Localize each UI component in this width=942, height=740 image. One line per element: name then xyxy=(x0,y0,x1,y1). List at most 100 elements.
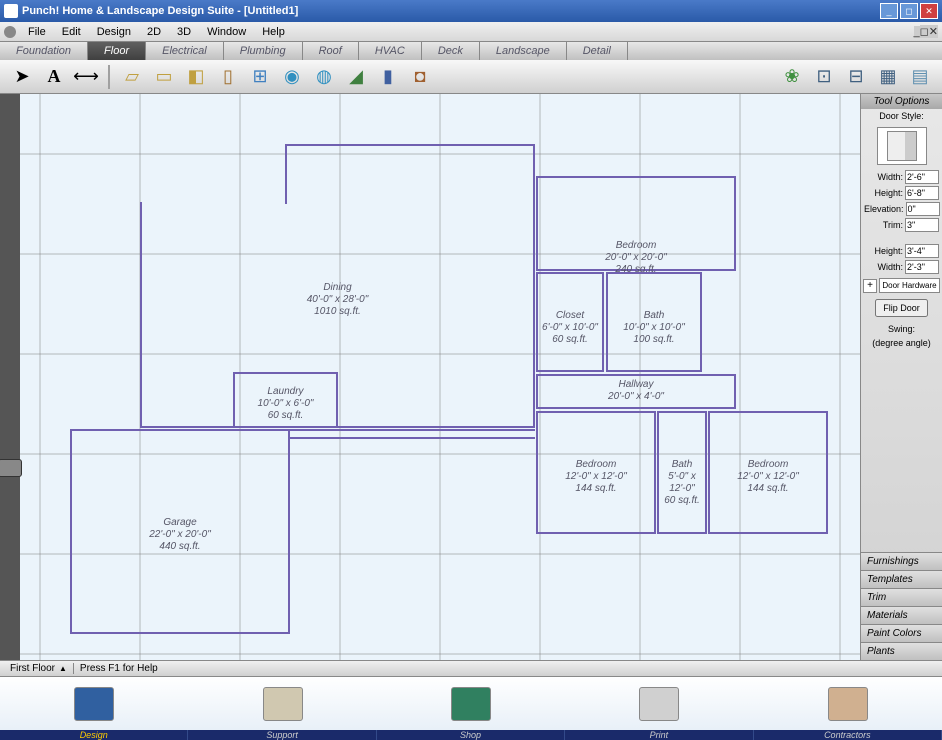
bottom-shop[interactable] xyxy=(377,677,565,730)
view-2d-tool[interactable]: ⊡ xyxy=(810,63,838,91)
nav-support[interactable]: Support xyxy=(188,730,376,740)
room-dining-dim: 40'-0" x 28'-0" xyxy=(142,294,533,306)
side-tab-templates[interactable]: Templates xyxy=(861,570,942,588)
side-tab-plants[interactable]: Plants xyxy=(861,642,942,660)
stairs-tool[interactable]: ◢ xyxy=(342,63,370,91)
side-tab-furnishings[interactable]: Furnishings xyxy=(861,552,942,570)
tab-hvac[interactable]: HVAC xyxy=(359,42,422,60)
side-tab-trim[interactable]: Trim xyxy=(861,588,942,606)
door-style-swatch[interactable] xyxy=(877,127,927,165)
close-button[interactable]: ✕ xyxy=(920,3,938,19)
room-bedroom2[interactable]: Bedroom 12'-0" x 12'-0" 144 sq.ft. xyxy=(536,411,656,534)
menu-2d[interactable]: 2D xyxy=(139,24,169,40)
room-bedroom3-dim: 12'-0" x 12'-0" xyxy=(710,471,826,483)
elevation-input[interactable] xyxy=(906,202,940,216)
room-garage[interactable]: Garage 22'-0" x 20'-0" 440 sq.ft. xyxy=(70,429,290,634)
room-bath1-area: 100 sq.ft. xyxy=(608,334,700,346)
room-dining-ext xyxy=(285,144,535,204)
nav-print[interactable]: Print xyxy=(565,730,753,740)
bottom-design[interactable] xyxy=(0,677,188,730)
ruler-handle[interactable] xyxy=(0,459,22,477)
room-laundry-area: 60 sq.ft. xyxy=(235,410,336,422)
bottom-support[interactable] xyxy=(188,677,376,730)
connector-1 xyxy=(290,429,535,439)
floor-selector[interactable]: First Floor▲ xyxy=(4,663,74,674)
width2-input[interactable] xyxy=(905,260,939,274)
room-bedroom1[interactable]: Bedroom 20'-0" x 20'-0" 240 sq.ft. xyxy=(536,176,736,271)
room-hallway[interactable]: Hallway 20'-0" x 4'-0" xyxy=(536,374,736,409)
maximize-button[interactable]: ◻ xyxy=(900,3,918,19)
plan-tabs: Foundation Floor Electrical Plumbing Roo… xyxy=(0,42,942,60)
floor-tool[interactable]: ◧ xyxy=(182,63,210,91)
fireplace-tool[interactable]: ◘ xyxy=(406,63,434,91)
room-dining-name: Dining xyxy=(142,282,533,294)
room-laundry-name: Laundry xyxy=(235,386,336,398)
menu-file[interactable]: File xyxy=(20,24,54,40)
menu-edit[interactable]: Edit xyxy=(54,24,89,40)
width-input[interactable] xyxy=(905,170,939,184)
tab-foundation[interactable]: Foundation xyxy=(0,42,88,60)
room-laundry[interactable]: Laundry 10'-0" x 6'-0" 60 sq.ft. xyxy=(233,372,338,428)
room-bath2[interactable]: Bath 5'-0" x 12'-0" 60 sq.ft. xyxy=(657,411,707,534)
tab-landscape[interactable]: Landscape xyxy=(480,42,567,60)
trim-input[interactable] xyxy=(905,218,939,232)
floorplan-canvas[interactable]: Dining 40'-0" x 28'-0" 1010 sq.ft. Laund… xyxy=(20,94,860,660)
room-bedroom1-dim: 20'-0" x 20'-0" xyxy=(538,252,734,264)
box-icon xyxy=(451,687,491,721)
toolbar: ➤ A ⟷ ▱ ▭ ◧ ▯ ⊞ ◉ ◍ ◢ ▮ ◘ ❀ ⊡ ⊟ ▦ ▤ xyxy=(0,60,942,94)
tab-plumbing[interactable]: Plumbing xyxy=(224,42,303,60)
site-tool[interactable]: ❀ xyxy=(778,63,806,91)
window-tool[interactable]: ⊞ xyxy=(246,63,274,91)
doc-maximize-button[interactable]: ◻ xyxy=(920,25,929,38)
room-tool[interactable]: ▭ xyxy=(150,63,178,91)
view-photo-tool[interactable]: ▤ xyxy=(906,63,934,91)
view-3d-tool[interactable]: ⊟ xyxy=(842,63,870,91)
sink-tool[interactable]: ◍ xyxy=(310,63,338,91)
room-bath1-name: Bath xyxy=(608,310,700,322)
wall-tool[interactable]: ▱ xyxy=(118,63,146,91)
window-title: Punch! Home & Landscape Design Suite - [… xyxy=(22,5,878,17)
water-tool[interactable]: ◉ xyxy=(278,63,306,91)
menu-help[interactable]: Help xyxy=(254,24,293,40)
door-hardware-button[interactable]: + Door Hardware xyxy=(863,278,940,293)
room-bedroom3[interactable]: Bedroom 12'-0" x 12'-0" 144 sq.ft. xyxy=(708,411,828,534)
room-bedroom2-area: 144 sq.ft. xyxy=(538,483,654,495)
bottom-print[interactable] xyxy=(565,677,753,730)
door-tool[interactable]: ▯ xyxy=(214,63,242,91)
menu-window[interactable]: Window xyxy=(199,24,254,40)
menu-3d[interactable]: 3D xyxy=(169,24,199,40)
bottom-contractors[interactable] xyxy=(754,677,942,730)
tab-deck[interactable]: Deck xyxy=(422,42,480,60)
flip-door-button[interactable]: Flip Door xyxy=(875,299,928,317)
tab-detail[interactable]: Detail xyxy=(567,42,628,60)
dimension-tool[interactable]: ⟷ xyxy=(72,63,100,91)
nav-design[interactable]: Design xyxy=(0,730,188,740)
elevation-label: Elevation: xyxy=(864,204,906,214)
tab-floor[interactable]: Floor xyxy=(88,42,146,60)
doc-close-button[interactable]: ✕ xyxy=(929,25,938,38)
column-tool[interactable]: ▮ xyxy=(374,63,402,91)
nav-shop[interactable]: Shop xyxy=(377,730,565,740)
text-tool[interactable]: A xyxy=(40,63,68,91)
pointer-tool[interactable]: ➤ xyxy=(8,63,36,91)
bottom-bar xyxy=(0,676,942,730)
minimize-button[interactable]: _ xyxy=(880,3,898,19)
height-input[interactable] xyxy=(905,186,939,200)
view-elev-tool[interactable]: ▦ xyxy=(874,63,902,91)
room-bath2-area: 60 sq.ft. xyxy=(659,495,705,507)
height2-input[interactable] xyxy=(905,244,939,258)
room-bedroom3-name: Bedroom xyxy=(710,459,826,471)
menu-design[interactable]: Design xyxy=(89,24,139,40)
canvas-area[interactable]: Dining 40'-0" x 28'-0" 1010 sq.ft. Laund… xyxy=(0,94,860,660)
room-closet[interactable]: Closet 6'-0" x 10'-0" 60 sq.ft. xyxy=(536,272,604,372)
side-tab-paint[interactable]: Paint Colors xyxy=(861,624,942,642)
door-icon xyxy=(887,131,917,161)
room-bath2-dim: 5'-0" x 12'-0" xyxy=(659,471,705,495)
nav-contractors[interactable]: Contractors xyxy=(754,730,942,740)
room-bath1[interactable]: Bath 10'-0" x 10'-0" 100 sq.ft. xyxy=(606,272,702,372)
tab-roof[interactable]: Roof xyxy=(303,42,359,60)
side-tab-materials[interactable]: Materials xyxy=(861,606,942,624)
tab-electrical[interactable]: Electrical xyxy=(146,42,224,60)
height-label: Height: xyxy=(864,188,905,198)
room-hallway-name: Hallway xyxy=(538,379,734,391)
